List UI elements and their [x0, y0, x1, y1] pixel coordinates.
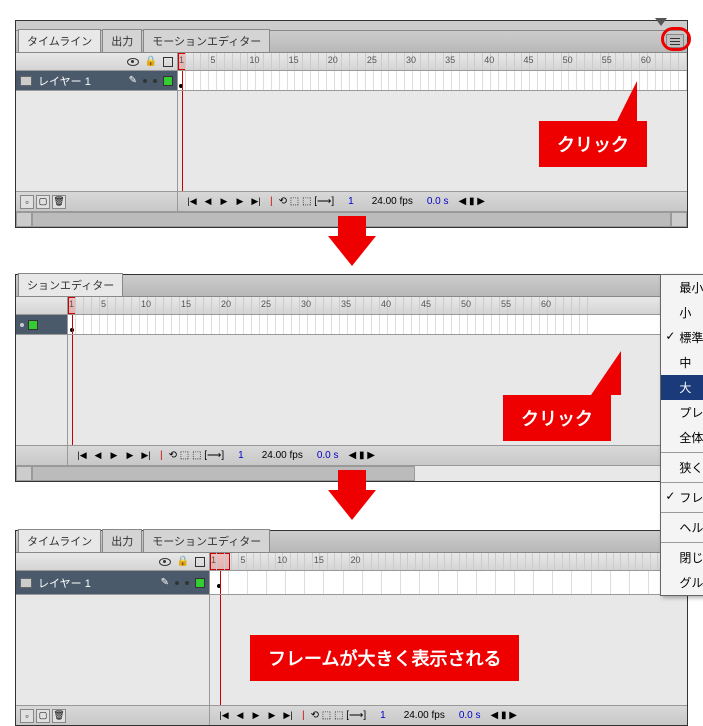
step-fwd-button[interactable]: ▶	[264, 709, 280, 723]
flow-arrow-icon	[328, 236, 376, 266]
frame-number: 1	[230, 450, 252, 461]
menu-item[interactable]: プレビュー	[661, 400, 703, 425]
play-button[interactable]: ▶	[248, 709, 264, 723]
menu-item[interactable]: ヘルプ	[661, 515, 703, 540]
new-layer-button[interactable]: ▫	[20, 709, 34, 723]
timeline-ruler[interactable]: 15101520	[210, 553, 687, 570]
tab-motion-editor[interactable]: モーションエディター	[143, 529, 270, 552]
pencil-icon: ✎	[129, 75, 137, 86]
callout-result: フレームが大きく表示される	[250, 635, 519, 681]
layer-name: レイヤー 1	[38, 575, 155, 591]
tab-output[interactable]: 出力	[102, 29, 142, 52]
callout-click: クリック	[539, 121, 647, 167]
pencil-icon: ✎	[161, 577, 169, 588]
menu-item[interactable]: 最小	[661, 275, 703, 300]
time-display: 0.0 s	[423, 196, 453, 207]
frame-number: 1	[340, 196, 362, 207]
flow-arrow-icon	[328, 490, 376, 520]
goto-first-button[interactable]: |◀	[74, 449, 90, 463]
lock-icon[interactable]: 🔒	[145, 56, 157, 67]
layer-name: レイヤー 1	[38, 73, 123, 89]
layer-column-header: 🔒	[16, 53, 178, 70]
goto-first-button[interactable]: |◀	[216, 709, 232, 723]
menu-item[interactable]: 中	[661, 350, 703, 375]
step-back-button[interactable]: ◀	[90, 449, 106, 463]
new-folder-button[interactable]: ▢	[36, 195, 50, 209]
goto-last-button[interactable]: ▶|	[138, 449, 154, 463]
new-folder-button[interactable]: ▢	[36, 709, 50, 723]
menu-item[interactable]: 小	[661, 300, 703, 325]
tab-motion-editor[interactable]: モーションエディター	[143, 29, 270, 52]
play-button[interactable]: ▶	[106, 449, 122, 463]
menu-item[interactable]: 大	[661, 375, 703, 400]
step-back-button[interactable]: ◀	[200, 195, 216, 209]
time-display: 0.0 s	[313, 450, 343, 461]
panel-options-button[interactable]	[666, 34, 684, 48]
goto-last-button[interactable]: ▶|	[280, 709, 296, 723]
goto-last-button[interactable]: ▶|	[248, 195, 264, 209]
lock-dot[interactable]	[153, 79, 157, 83]
lock-icon[interactable]: 🔒	[177, 556, 189, 567]
menu-item[interactable]: グループを閉じる	[661, 570, 703, 595]
visibility-icon[interactable]	[159, 558, 171, 566]
layer-color[interactable]	[195, 578, 205, 588]
step-back-button[interactable]: ◀	[232, 709, 248, 723]
visibility-icon[interactable]	[127, 58, 139, 66]
tab-motion-editor[interactable]: ションエディター	[18, 273, 123, 296]
menu-item[interactable]: 狭く	[661, 455, 703, 480]
layer-color[interactable]	[28, 320, 38, 330]
layer-icon	[20, 578, 32, 588]
visibility-dot[interactable]	[175, 581, 179, 585]
step-fwd-button[interactable]: ▶	[122, 449, 138, 463]
menu-item[interactable]: 全体のプレビュー	[661, 425, 703, 450]
tab-timeline[interactable]: タイムライン	[18, 29, 101, 52]
frames-area[interactable]	[68, 315, 671, 334]
menu-item[interactable]: 閉じる	[661, 545, 703, 570]
timeline-ruler[interactable]: 151015202530354045505560	[68, 297, 671, 314]
play-button[interactable]: ▶	[216, 195, 232, 209]
delete-button[interactable]: 🗑	[52, 709, 66, 723]
context-menu: 最小小標準中大プレビュー全体のプレビュー狭くフレームの淡色表示ヘルプ閉じるグルー…	[660, 274, 703, 596]
menu-item[interactable]: フレームの淡色表示	[661, 485, 703, 510]
new-layer-button[interactable]: ▫	[20, 195, 34, 209]
visibility-dot[interactable]	[143, 79, 147, 83]
transport-controls: |◀ ◀ ▶ ▶ ▶|	[184, 195, 264, 209]
layer-color[interactable]	[163, 76, 173, 86]
step-fwd-button[interactable]: ▶	[232, 195, 248, 209]
frames-area[interactable]	[178, 71, 687, 90]
frames-area[interactable]	[210, 571, 687, 594]
fps-display: 24.00 fps	[368, 196, 417, 207]
goto-first-button[interactable]: |◀	[184, 195, 200, 209]
dot-icon[interactable]	[20, 323, 24, 327]
layer-icon	[20, 76, 32, 86]
timeline-ruler[interactable]: 151015202530354045505560	[178, 53, 687, 70]
lock-dot[interactable]	[185, 581, 189, 585]
tab-timeline[interactable]: タイムライン	[18, 529, 101, 552]
tab-output[interactable]: 出力	[102, 529, 142, 552]
callout-click: クリック	[503, 395, 611, 441]
delete-button[interactable]: 🗑	[52, 195, 66, 209]
fps-display: 24.00 fps	[258, 450, 307, 461]
layer-row[interactable]: レイヤー 1 ✎	[16, 71, 178, 90]
outline-icon[interactable]	[163, 57, 173, 67]
outline-icon[interactable]	[195, 557, 205, 567]
menu-item[interactable]: 標準	[661, 325, 703, 350]
